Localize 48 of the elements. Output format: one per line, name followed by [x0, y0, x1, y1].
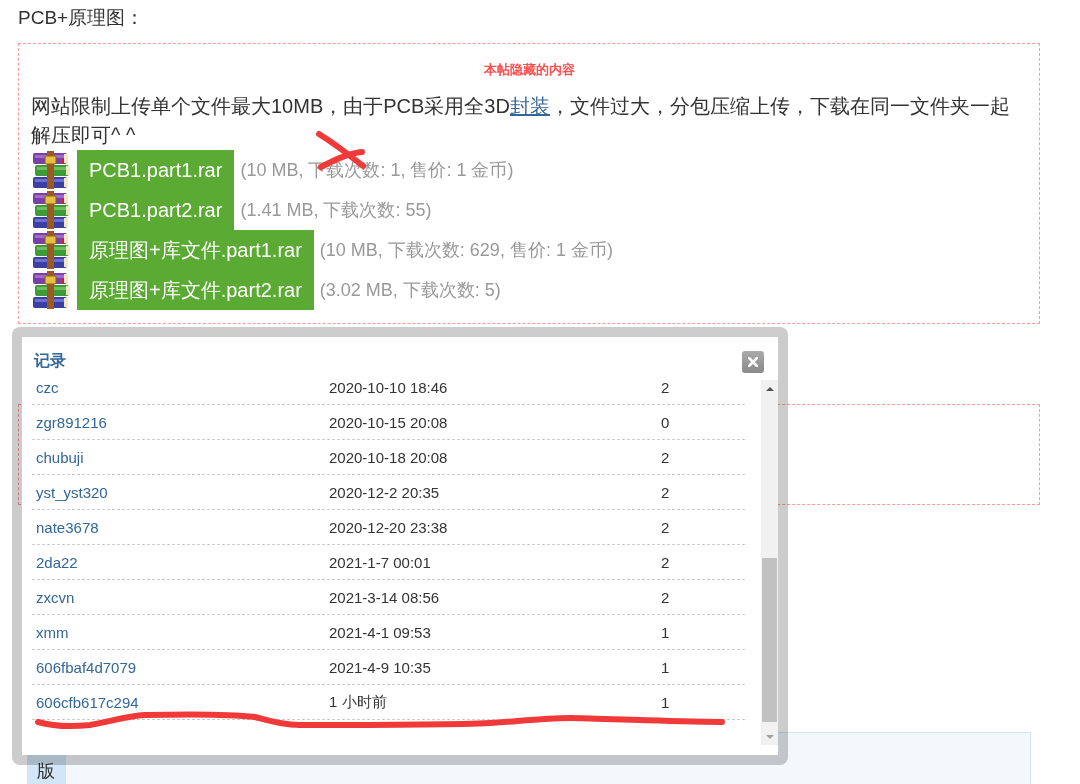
- time-cell-text: 2020-10-10 18:46: [329, 378, 449, 396]
- user-link[interactable]: czc: [32, 378, 329, 396]
- count-cell: 1: [661, 693, 670, 711]
- count-cell: 2: [661, 588, 670, 606]
- scroll-up-icon[interactable]: [765, 386, 774, 391]
- time-cell-text: 2021-1-7 00:01: [329, 553, 432, 571]
- archive-books-icon: [31, 230, 71, 270]
- attachment-info: (10 MB, 下载次数: 629, 售价: 1 金币): [319, 239, 613, 262]
- count-cell: 2: [661, 518, 670, 536]
- scroll-down-icon[interactable]: [765, 734, 774, 739]
- section-heading: PCB+原理图：: [18, 7, 145, 29]
- hidden-content-title: 本帖隐藏的内容: [483, 61, 575, 79]
- user-link[interactable]: 606fbaf4d7079: [32, 658, 329, 676]
- count-cell: 1: [661, 658, 670, 676]
- user-link[interactable]: 2da22: [32, 553, 329, 571]
- dialog-title: 记录: [34, 351, 66, 370]
- scrollbar[interactable]: [761, 380, 778, 745]
- time-cell-text: 2020-12-2 20:35: [329, 483, 441, 501]
- time-cell-text: 2021-3-14 08:56: [329, 588, 441, 606]
- attachment-info: (3.02 MB, 下载次数: 5): [319, 279, 501, 302]
- archive-books-icon: [31, 270, 71, 310]
- user-link[interactable]: nate3678: [32, 518, 329, 536]
- count-cell: 2: [661, 448, 670, 466]
- time-cell-text: 2020-10-18 20:08: [329, 448, 449, 466]
- count-cell: 2: [661, 553, 670, 571]
- time-cell-text: 2020-10-15 20:08: [329, 413, 449, 431]
- time-cell-text: 2020-12-20 23:38: [329, 518, 449, 536]
- count-cell: 0: [661, 413, 670, 431]
- time-cell-text: 2021-4-1 09:53: [329, 623, 432, 641]
- user-link[interactable]: zxcvn: [32, 588, 329, 606]
- time-cell-text: 2021-4-9 10:35: [329, 658, 432, 676]
- attachment-info: (1.41 MB, 下载次数: 55): [240, 199, 432, 222]
- archive-books-icon: [31, 150, 71, 190]
- close-icon: [748, 357, 758, 367]
- count-cell: 1: [661, 623, 670, 641]
- user-link[interactable]: yst_yst320: [32, 483, 329, 501]
- archive-books-icon: [31, 190, 71, 230]
- user-link[interactable]: chubuji: [32, 448, 329, 466]
- scrollbar-thumb[interactable]: [762, 558, 777, 722]
- package-link[interactable]: 封装: [509, 95, 550, 117]
- count-cell: 2: [661, 378, 670, 396]
- user-link[interactable]: zgr891216: [32, 413, 329, 431]
- time-cell-text: 1 小时前: [329, 692, 388, 712]
- notice-text: 网站限制上传单个文件最大10MB，由于PCB采用全3D封装，文件过大，分包压缩上传，下载在同一文件夹一起解压即可^ ^: [31, 94, 1011, 148]
- user-link[interactable]: 606cfb617c294: [32, 693, 329, 711]
- user-link[interactable]: xmm: [32, 623, 329, 641]
- count-cell: 2: [661, 483, 670, 501]
- close-button[interactable]: [742, 351, 764, 373]
